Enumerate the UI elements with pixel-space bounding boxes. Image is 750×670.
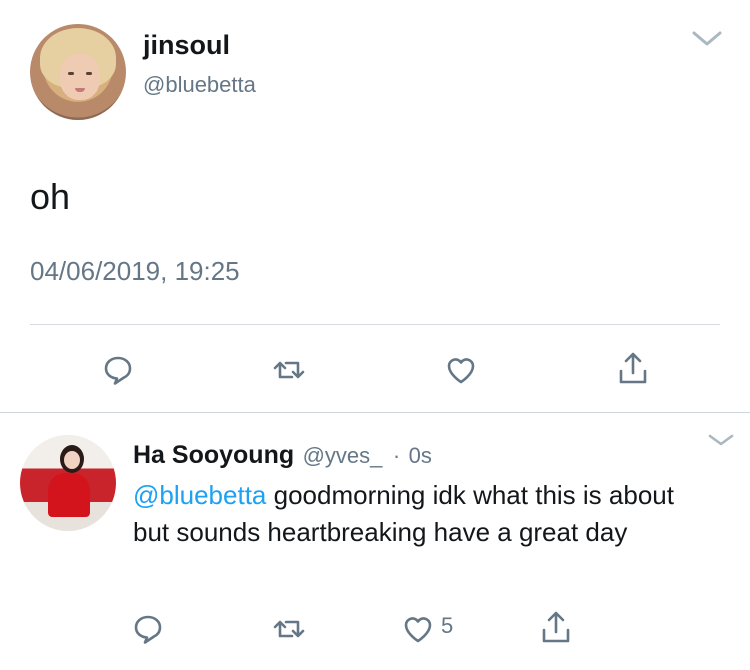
reply-icon[interactable] [100,352,136,388]
author-handle[interactable]: @bluebetta [143,72,256,98]
reply-icon[interactable] [130,611,166,647]
separator-dot: · [392,443,401,468]
avatar[interactable] [20,435,116,531]
mention-link[interactable]: @bluebetta [133,480,266,510]
main-tweet: jinsoul @bluebetta oh 04/06/2019, 19:25 [0,0,750,412]
heart-icon[interactable] [400,611,436,647]
retweet-icon[interactable] [271,611,307,647]
share-icon[interactable] [615,350,651,386]
avatar[interactable] [30,24,126,120]
author-display-name[interactable]: jinsoul [143,30,230,61]
reply-text: @bluebetta goodmorning idk what this is … [133,477,713,551]
chevron-down-icon[interactable] [706,431,736,449]
tweet-actions [0,350,750,390]
reply-tweet[interactable]: Ha Sooyoung @yves_ · 0s @bluebetta goodm… [0,413,750,670]
retweet-icon[interactable] [271,352,307,388]
like-count: 5 [441,613,454,638]
heart-icon[interactable] [443,352,479,388]
tweet-text: oh [30,176,71,217]
share-icon[interactable] [538,609,574,645]
reply-time: 0s [408,443,432,468]
chevron-down-icon[interactable] [690,26,724,50]
reply-author-handle[interactable]: @yves_ [303,443,383,468]
reply-header: Ha Sooyoung @yves_ · 0s [133,441,432,470]
reply-author-name[interactable]: Ha Sooyoung [133,441,294,469]
divider [30,324,720,325]
tweet-timestamp: 04/06/2019, 19:25 [30,256,240,286]
reply-actions: 5 [0,609,750,649]
